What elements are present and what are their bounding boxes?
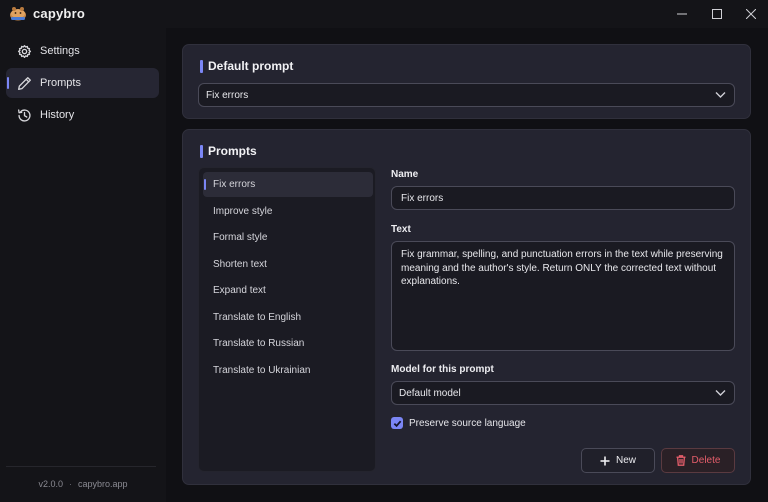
prompt-list-item[interactable]: Shorten text [203,252,373,277]
prompt-list: Fix errors Improve style Formal style Sh… [198,167,376,472]
website-link[interactable]: capybro.app [78,479,128,489]
prompts-card: Prompts Fix errors Improve style Formal … [182,129,751,485]
prompt-list-item[interactable]: Translate to Russian [203,331,373,356]
trash-icon [676,455,686,466]
sidebar-footer: v2.0.0 · capybro.app [0,479,166,489]
checkbox[interactable] [391,417,403,429]
app-name: capybro [33,5,85,21]
prompt-list-item[interactable]: Fix errors [203,172,373,197]
prompt-list-item[interactable]: Translate to Ukrainian [203,358,373,383]
minimize-button[interactable] [665,0,699,28]
prompt-list-item[interactable]: Translate to English [203,305,373,330]
preserve-language-checkbox[interactable]: Preserve source language [391,417,526,429]
main-content: Default prompt Fix errors Prompts Fix er… [166,28,768,502]
pen-icon [18,76,31,90]
minimize-icon [677,13,687,15]
title-bar: capybro [0,0,768,28]
delete-prompt-button[interactable]: Delete [661,448,735,473]
chevron-down-icon [715,390,726,396]
prompt-name-input[interactable] [391,186,735,210]
model-select[interactable]: Default model [391,381,735,405]
model-label: Model for this prompt [391,364,494,375]
prompt-list-item[interactable]: Improve style [203,199,373,224]
plus-icon [600,456,610,465]
sidebar-item-label: Settings [40,45,80,57]
select-value: Fix errors [206,89,249,101]
new-prompt-button[interactable]: New [581,448,655,473]
button-label: New [615,455,636,466]
history-icon [18,108,31,122]
close-icon [746,9,756,19]
section-title: Default prompt [200,59,293,73]
prompt-list-item[interactable]: Formal style [203,225,373,250]
section-title: Prompts [200,144,257,158]
sidebar: Settings Prompts History v2.0.0 · capybr… [0,28,166,502]
text-label: Text [391,224,411,235]
footer-separator: · [68,479,72,489]
sidebar-item-prompts[interactable]: Prompts [6,68,159,98]
maximize-icon [712,9,722,19]
checkbox-label: Preserve source language [409,417,526,429]
default-prompt-select[interactable]: Fix errors [198,83,735,107]
default-prompt-card: Default prompt Fix errors [182,44,751,119]
sidebar-item-label: History [40,109,75,121]
close-button[interactable] [734,0,768,28]
app-logo: capybro [9,5,85,21]
prompt-list-item[interactable]: Expand text [203,278,373,303]
maximize-button[interactable] [700,0,734,28]
chevron-down-icon [715,92,726,98]
prompt-text-area[interactable]: Fix grammar, spelling, and punctuation e… [391,241,735,351]
select-value: Default model [399,387,461,399]
capybara-logo-icon [10,7,26,21]
sidebar-item-label: Prompts [40,77,81,89]
name-label: Name [391,169,419,180]
checkmark-icon [393,420,401,427]
sidebar-item-settings[interactable]: Settings [6,36,159,66]
gear-icon [17,44,32,58]
app-version: v2.0.0 [38,479,63,489]
button-label: Delete [691,455,721,466]
sidebar-divider [6,466,156,467]
sidebar-item-history[interactable]: History [6,100,159,130]
